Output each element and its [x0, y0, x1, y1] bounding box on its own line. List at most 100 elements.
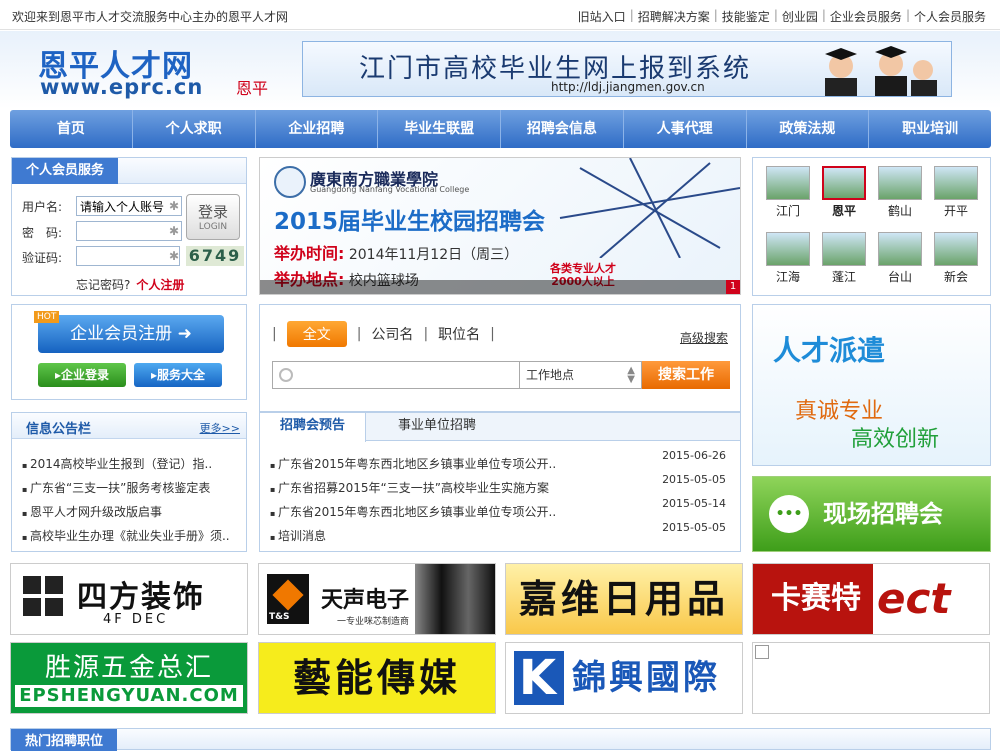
city-photo	[934, 166, 978, 200]
ad-kasaite[interactable]: 卡赛特 ect	[752, 563, 990, 635]
city-item[interactable]: 开平	[933, 166, 979, 224]
tab-public-institution[interactable]: 事业单位招聘	[378, 413, 496, 441]
time-label: 举办时间:	[274, 244, 345, 263]
enterprise-member-link[interactable]: 企业会员服务	[830, 8, 902, 25]
notice-item[interactable]: 2014高校毕业生报到（登记）指..	[22, 455, 234, 472]
captcha-image[interactable]: 6749	[186, 246, 244, 266]
tab-company[interactable]: 公司名	[371, 324, 413, 344]
startup-park-link[interactable]: 创业园	[782, 8, 818, 25]
ad-sifang-decor[interactable]: 四方装饰 4F DEC	[10, 563, 248, 635]
school-logo-icon	[274, 166, 306, 198]
nav-job-seeking[interactable]: 个人求职	[133, 110, 256, 148]
tab-job-fair-preview[interactable]: 招聘会预告	[260, 413, 367, 442]
captcha-label: 验证码:	[22, 251, 63, 265]
city-item[interactable]: 鹤山	[877, 166, 923, 224]
list-item[interactable]: 广东省2015年粤东西北地区乡镇事业单位专项公开..2015-06-26	[270, 449, 730, 472]
main-nav: 首页 个人求职 企业招聘 毕业生联盟 招聘会信息 人事代理 政策法规 职业培训	[10, 110, 991, 148]
nav-personnel-agency[interactable]: 人事代理	[624, 110, 747, 148]
nav-home[interactable]: 首页	[10, 110, 133, 148]
banner-url: http://ldj.jiangmen.gov.cn	[551, 80, 705, 94]
required-icon: ✱	[169, 199, 180, 213]
city-name: 江海	[775, 270, 800, 284]
search-tabs: | 全文 | 公司名 | 职位名 |	[272, 321, 495, 347]
ad-jinxing-intl[interactable]: K 錦興國際	[505, 642, 743, 714]
skill-assessment-link[interactable]: 技能鉴定	[722, 8, 770, 25]
tag-talents: 各类专业人才	[550, 262, 616, 275]
ad-jiawei-daily[interactable]: 嘉维日用品	[505, 563, 743, 635]
banner-index[interactable]: 1	[726, 280, 740, 294]
top-links: 旧站入口 | 招聘解决方案 | 技能鉴定 | 创业园 | 企业会员服务 | 个人会员服务	[577, 8, 986, 25]
list-item[interactable]: 培训消息2015-05-05	[270, 521, 730, 544]
captcha-input[interactable]	[76, 246, 180, 266]
city-selector: 江门 恩平 鹤山 开平江海 蓬江 台山 新会	[752, 157, 991, 296]
site-header: 恩平人才网 www.eprc.cn 恩平 江门市高校毕业生网上报到系统 http…	[0, 31, 1000, 109]
city-name: 鹤山	[887, 204, 912, 218]
forgot-password-link[interactable]: 忘记密码?	[76, 278, 130, 292]
city-item[interactable]: 蓬江	[821, 232, 867, 290]
ad-broken-image[interactable]	[752, 642, 990, 714]
login-button[interactable]: 登录 LOGIN	[186, 194, 240, 240]
city-item[interactable]: 江海	[765, 232, 811, 290]
onsite-job-fair-ad[interactable]: ••• 现场招聘会	[752, 476, 991, 552]
search-icon	[279, 368, 293, 382]
notice-more-link[interactable]: 更多>>	[200, 420, 240, 436]
item-date: 2015-05-05	[662, 473, 726, 486]
notice-item[interactable]: 广东省“三支一扶”服务考核鉴定表	[22, 479, 234, 496]
enterprise-login-button[interactable]: ▸企业登录	[38, 363, 126, 387]
school-name-en: Guangdong Nanfang Vocational College	[310, 185, 470, 194]
city-name: 开平	[943, 204, 968, 218]
nav-graduate-alliance[interactable]: 毕业生联盟	[378, 110, 501, 148]
banner-caption-bar	[260, 280, 740, 294]
list-item[interactable]: 广东省2015年粤东西北地区乡镇事业单位专项公开..2015-05-14	[270, 497, 730, 520]
job-search-panel: | 全文 | 公司名 | 职位名 | 高级搜索 工作地点 ▲ ▼ 搜索工作	[259, 304, 741, 412]
campus-recruit-banner[interactable]: 廣東南方職業學院 Guangdong Nanfang Vocational Co…	[259, 157, 741, 295]
personal-login-panel: 个人会员服务 用户名: ✱ 密 码: ✱ 验证码: ✱ 登录LOGIN 6749…	[11, 157, 247, 296]
enterprise-register-button[interactable]: HOT 企业会员注册 ➜	[34, 311, 224, 353]
job-fair-panel: 招聘会预告 事业单位招聘 广东省2015年粤东西北地区乡镇事业单位专项公开..2…	[259, 412, 741, 552]
notice-item[interactable]: 恩平人才网升级改版启事	[22, 503, 234, 520]
notice-title: 信息公告栏	[26, 422, 92, 437]
ad-yineng-media[interactable]: 藝能傳媒	[258, 642, 496, 714]
city-name: 恩平	[831, 204, 856, 218]
ad-shengyuan-hardware[interactable]: 胜源五金总汇 EPSHENGYUAN.COM	[10, 642, 248, 714]
personal-member-link[interactable]: 个人会员服务	[914, 8, 986, 25]
location-select[interactable]: 工作地点 ▲ ▼	[520, 361, 642, 389]
city-item[interactable]: 恩平	[821, 166, 867, 224]
event-time: 2014年11月12日（周三）	[348, 247, 519, 263]
nav-training[interactable]: 职业培训	[869, 110, 991, 148]
graduate-report-banner[interactable]: 江门市高校毕业生网上报到系统 http://ldj.jiangmen.gov.c…	[302, 41, 952, 97]
city-photo	[822, 166, 866, 200]
nav-enterprise-recruit[interactable]: 企业招聘	[256, 110, 379, 148]
city-item[interactable]: 新会	[933, 232, 979, 290]
item-date: 2015-05-05	[662, 521, 726, 534]
username-label: 用户名:	[22, 200, 63, 214]
tab-position[interactable]: 职位名	[438, 324, 480, 344]
ad-tiansheng-electronics[interactable]: T&S 天声电子 一专业咪芯制造商	[258, 563, 496, 635]
old-site-link[interactable]: 旧站入口	[578, 8, 626, 25]
password-input[interactable]	[76, 221, 182, 241]
notice-item[interactable]: 高校毕业生办理《就业失业手册》须..	[22, 527, 234, 544]
notice-board: 信息公告栏 更多>> 2014高校毕业生报到（登记）指.. 广东省“三支一扶”服务…	[11, 412, 247, 552]
services-button[interactable]: ▸服务大全	[134, 363, 222, 387]
advanced-search-link[interactable]: 高级搜索	[680, 329, 728, 346]
register-link[interactable]: 个人注册	[136, 278, 184, 292]
tab-fulltext[interactable]: 全文	[286, 321, 347, 347]
recruit-solution-link[interactable]: 招聘解决方案	[638, 8, 710, 25]
list-item[interactable]: 广东省招募2015年“三支一扶”高校毕业生实施方案2015-05-05	[270, 473, 730, 496]
top-bar: 欢迎来到恩平市人才交流服务中心主办的恩平人才网 旧站入口 | 招聘解决方案 | 技能…	[0, 0, 1000, 30]
city-photo	[822, 232, 866, 266]
city-item[interactable]: 台山	[877, 232, 923, 290]
city-name: 江门	[775, 204, 800, 218]
talent-dispatch-ad[interactable]: 人才派遣 真诚专业 高效创新	[752, 304, 991, 466]
city-item[interactable]: 江门	[765, 166, 811, 224]
search-input[interactable]	[272, 361, 520, 389]
job-fair-tabs: 招聘会预告 事业单位招聘	[260, 413, 740, 442]
city-name: 台山	[887, 270, 912, 284]
username-input[interactable]	[76, 196, 182, 216]
nav-policy[interactable]: 政策法规	[747, 110, 870, 148]
network-hands-image	[559, 158, 740, 258]
nav-job-fair[interactable]: 招聘会信息	[501, 110, 624, 148]
search-button[interactable]: 搜索工作	[642, 361, 730, 389]
password-label: 密 码:	[22, 226, 63, 240]
item-date: 2015-06-26	[662, 449, 726, 462]
